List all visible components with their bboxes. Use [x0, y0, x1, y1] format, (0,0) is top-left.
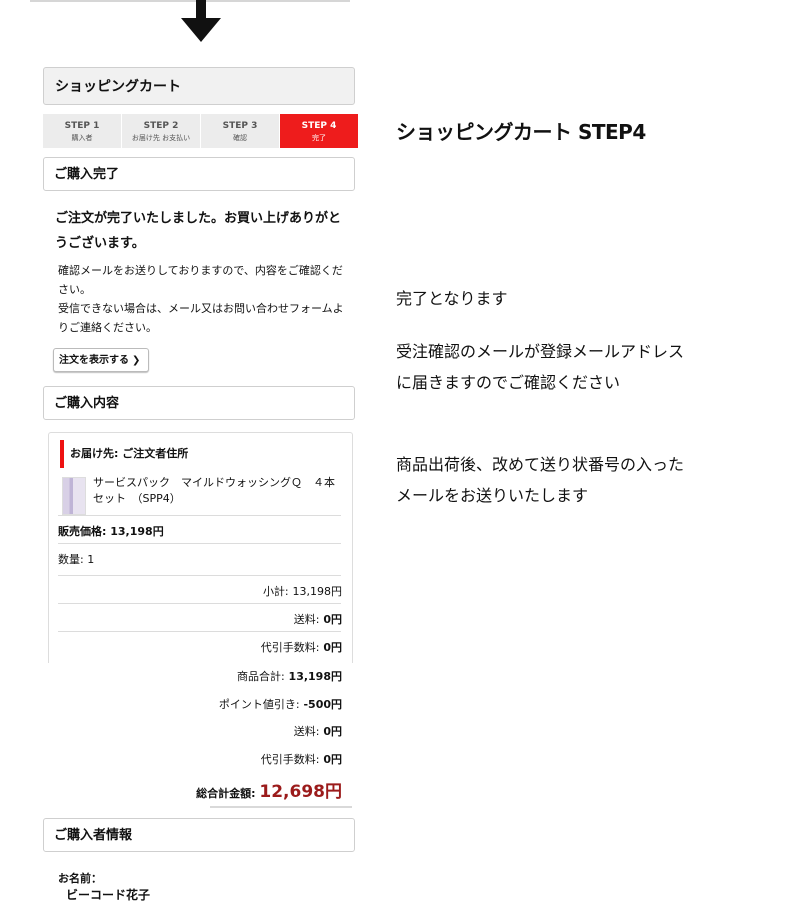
total-shipping-row: 送料: 0円: [294, 723, 342, 739]
side-email-text-1: 受注確認のメールが登録メールアドレス: [396, 342, 685, 361]
total-shipping-value: 0円: [323, 725, 342, 738]
side-email-text-2: に届きますのでご確認ください: [396, 373, 621, 392]
divider: [58, 603, 341, 604]
subtotal-label: 小計:: [262, 585, 289, 598]
shipping-row: 送料: 0円: [294, 611, 342, 627]
chevron-right-icon: ❯: [132, 355, 141, 366]
grand-total-underline: [210, 806, 352, 808]
total-shipping-label: 送料:: [293, 725, 320, 738]
notice-text: 確認メールをお送りしておりますので、内容をご確認ください。 受信できない場合は、…: [58, 261, 350, 337]
cart-header: ショッピングカート: [43, 67, 355, 105]
quantity-value: 1: [87, 553, 95, 566]
subtotal-row: 小計: 13,198円: [263, 583, 342, 599]
purchase-content-header: ご購入内容: [43, 386, 355, 420]
price-row: 販売価格: 13,198円: [58, 523, 164, 539]
buyer-info-header: ご購入者情報: [43, 818, 355, 852]
points-discount-value: -500円: [303, 698, 342, 711]
total-cod-fee-row: 代引手数料: 0円: [261, 751, 342, 767]
notice-line-2: 受信できない場合は、メール又はお問い合わせフォームよりご連絡ください。: [58, 302, 344, 334]
total-cod-fee-label: 代引手数料:: [260, 753, 320, 766]
step-label: 完了: [312, 134, 326, 142]
step-2: STEP 2 お届け先 お支払い: [122, 114, 200, 148]
buyer-name-label: お名前：: [58, 872, 102, 885]
goods-total-value: 13,198円: [288, 670, 342, 683]
step-indicator: STEP 1 購入者 STEP 2 お届け先 お支払い STEP 3 確認 ST…: [43, 114, 358, 148]
price-value: 13,198円: [110, 525, 164, 538]
goods-total-label: 商品合計:: [236, 670, 285, 683]
side-complete-text: 完了となります: [396, 289, 508, 308]
side-shipping-text-2: メールをお送りいたします: [396, 486, 589, 505]
side-title: ショッピングカート STEP4: [396, 120, 646, 144]
divider: [58, 543, 341, 544]
cod-fee-value: 0円: [323, 641, 342, 654]
subtotal-value: 13,198円: [292, 585, 343, 598]
buyer-name-value: ビーコード花子: [66, 888, 151, 902]
step-number: STEP 4: [301, 121, 337, 131]
step-number: STEP 3: [222, 121, 258, 131]
top-divider: [30, 0, 350, 2]
shipping-value: 0円: [323, 613, 342, 626]
ship-to-label: お届け先: ご注文者住所: [60, 440, 188, 468]
purchase-complete-header: ご購入完了: [43, 157, 355, 191]
grand-total-label: 総合計金額:: [196, 787, 256, 800]
shipping-label: 送料:: [293, 613, 320, 626]
notice-line-1: 確認メールをお送りしておりますので、内容をご確認ください。: [58, 264, 343, 296]
thank-you-message: ご注文が完了いたしました。お買い上げありがとうございます。: [55, 211, 342, 251]
points-discount-row: ポイント値引き: -500円: [219, 696, 342, 712]
step-3: STEP 3 確認: [201, 114, 279, 148]
cod-fee-row: 代引手数料: 0円: [261, 639, 342, 655]
side-shipping-text-1: 商品出荷後、改めて送り状番号の入った: [396, 455, 685, 474]
step-label: お届け先 お支払い: [131, 134, 191, 142]
quantity-label: 数量:: [58, 553, 84, 566]
total-cod-fee-value: 0円: [323, 753, 342, 766]
grand-total-value: 12,698円: [259, 782, 342, 802]
points-discount-label: ポイント値引き:: [218, 698, 300, 711]
step-label: 確認: [233, 134, 247, 142]
grand-total-row: 総合計金額: 12,698円: [196, 777, 342, 802]
step-number: STEP 2: [143, 121, 179, 131]
divider: [58, 575, 341, 576]
divider: [58, 631, 341, 632]
quantity-row: 数量: 1: [58, 551, 94, 567]
product-name: サービスパック マイルドウォッシングＱ ４本セット （SPP4）: [93, 476, 335, 505]
product-thumbnail: [62, 477, 86, 515]
goods-total-row: 商品合計: 13,198円: [237, 668, 342, 684]
view-order-button[interactable]: 注文を表示する ❯: [53, 348, 149, 372]
step-label: 購入者: [71, 134, 93, 142]
cod-fee-label: 代引手数料:: [260, 641, 320, 654]
step-4-active: STEP 4 完了: [280, 114, 358, 148]
price-label: 販売価格:: [58, 525, 107, 538]
step-number: STEP 1: [64, 121, 100, 131]
view-order-label: 注文を表示する: [59, 355, 129, 366]
divider: [58, 515, 341, 516]
step-1: STEP 1 購入者: [43, 114, 121, 148]
